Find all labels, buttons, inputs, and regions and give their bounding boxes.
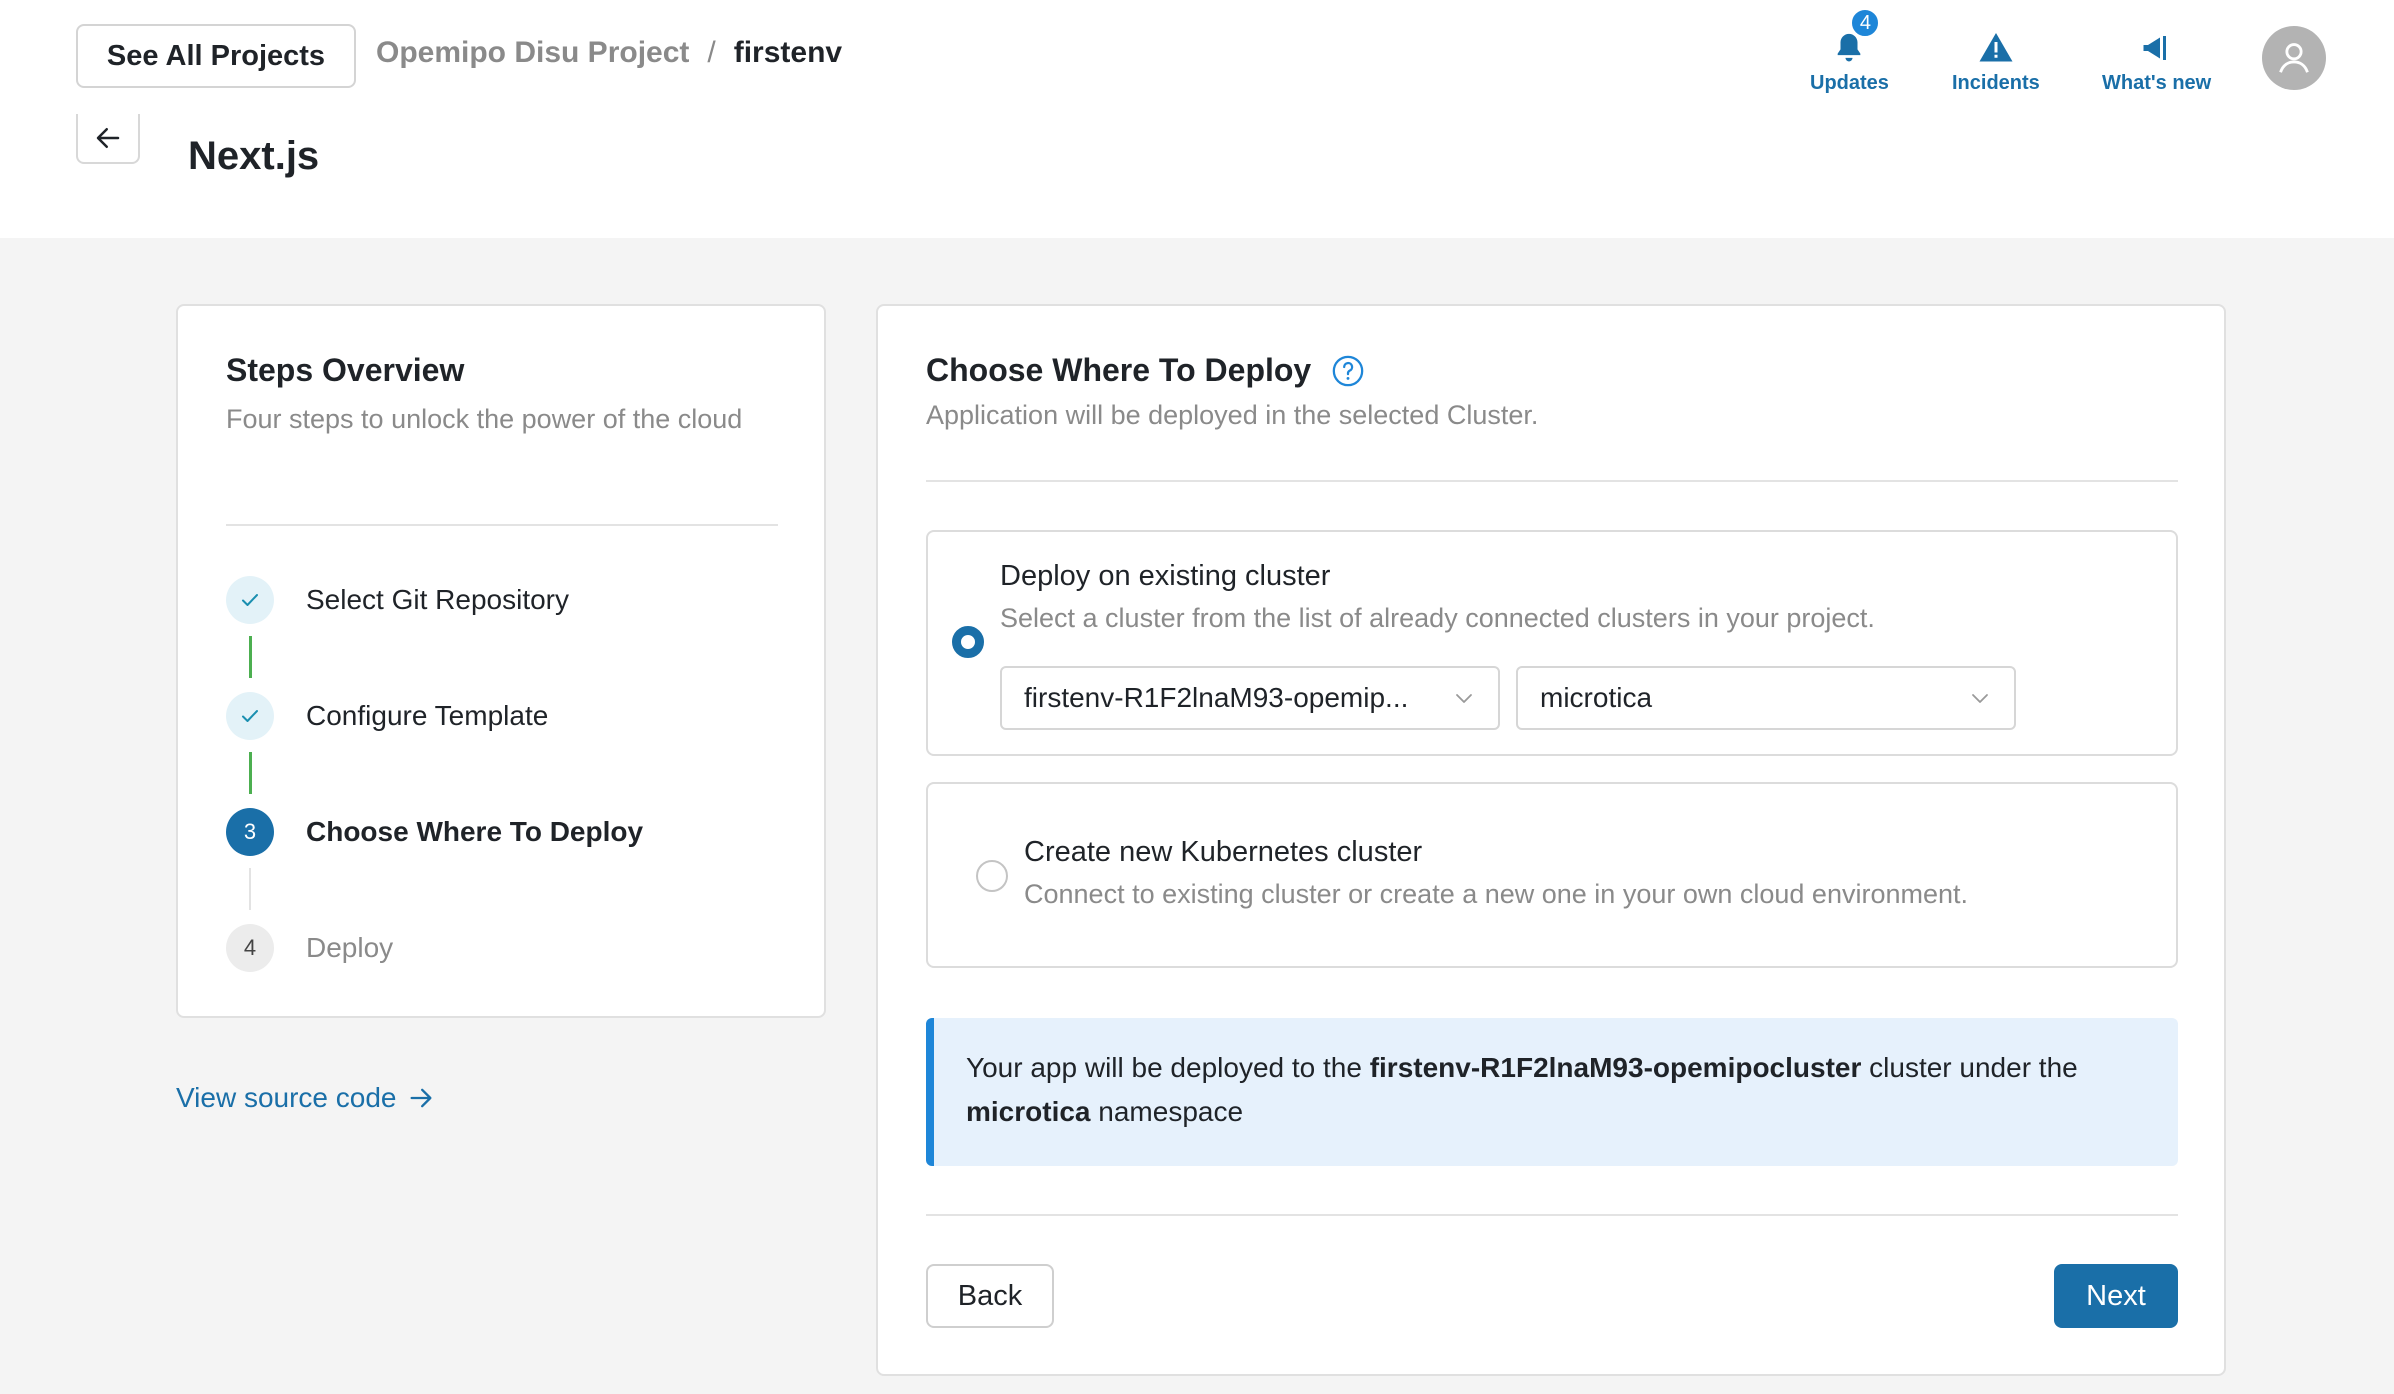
steps-subtitle: Four steps to unlock the power of the cl… (226, 404, 743, 434)
new-cluster-option[interactable]: Create new Kubernetes cluster Connect to… (926, 782, 2178, 968)
existing-cluster-title: Deploy on existing cluster (1000, 560, 1331, 592)
existing-cluster-option[interactable]: Deploy on existing cluster Select a clus… (926, 530, 2178, 756)
existing-cluster-radio[interactable] (952, 626, 984, 658)
namespace-select[interactable]: microtica (1516, 666, 2016, 730)
deploy-info-box: Your app will be deployed to the firsten… (926, 1018, 2178, 1166)
existing-cluster-description: Select a cluster from the list of alread… (1000, 603, 1875, 633)
megaphone-icon (2143, 36, 2166, 60)
see-all-projects-button[interactable]: See All Projects (76, 24, 356, 88)
new-cluster-title: Create new Kubernetes cluster (1024, 836, 1423, 868)
updates-button[interactable]: 4 Updates (1810, 8, 1889, 95)
step-done-marker (226, 576, 274, 624)
cluster-select-value: firstenv-R1F2lnaM93-opemip... (1024, 682, 1409, 713)
step-configure-template: Configure Template (226, 692, 548, 740)
choose-deploy-card: Choose Where To Deploy Application will … (876, 304, 2226, 1376)
page-title: Next.js (188, 134, 320, 178)
step-number-marker: 4 (226, 924, 274, 972)
step-label: Configure Template (306, 700, 549, 731)
cluster-select[interactable]: firstenv-R1F2lnaM93-opemip... (1000, 666, 1500, 730)
warning-icon (1979, 33, 2013, 62)
deploy-title: Choose Where To Deploy (926, 352, 1312, 388)
whats-new-button[interactable]: What's new (2102, 30, 2211, 95)
deploy-subtitle: Application will be deployed in the sele… (926, 400, 1539, 430)
step-connector (249, 752, 252, 794)
user-icon (2279, 43, 2309, 73)
step-choose-where-to-deploy: 3 Choose Where To Deploy (226, 808, 643, 856)
step-select-git-repository: Select Git Repository (226, 576, 569, 624)
divider (226, 524, 778, 526)
step-deploy: 4 Deploy (226, 924, 393, 972)
view-source-code-link[interactable]: View source code (176, 1082, 435, 1114)
info-cluster-name: firstenv-R1F2lnaM93-opemipocluster (1369, 1052, 1862, 1083)
divider (926, 1214, 2178, 1216)
steps-overview-card: Steps Overview Four steps to unlock the … (176, 304, 826, 1018)
next-button[interactable]: Next (2054, 1264, 2178, 1328)
divider (926, 480, 2178, 482)
breadcrumb: Opemipo Disu Project / firstenv (376, 36, 842, 70)
breadcrumb-environment[interactable]: firstenv (734, 36, 842, 70)
step-done-marker (226, 692, 274, 740)
whats-new-label: What's new (2102, 72, 2212, 94)
breadcrumb-project[interactable]: Opemipo Disu Project (376, 36, 689, 70)
view-source-label: View source code (176, 1082, 397, 1113)
info-namespace-name: microtica (966, 1096, 1091, 1127)
back-arrow-button[interactable] (76, 114, 140, 164)
top-bar: See All Projects Opemipo Disu Project / … (0, 0, 2394, 238)
new-cluster-description: Connect to existing cluster or create a … (1024, 879, 1969, 909)
step-label: Choose Where To Deploy (306, 816, 644, 847)
incidents-label: Incidents (1952, 72, 2040, 94)
chevron-down-icon (1456, 694, 1472, 703)
arrow-left-icon (96, 128, 120, 148)
step-number-marker: 3 (226, 808, 274, 856)
updates-label: Updates (1810, 72, 1889, 94)
info-text: Your app will be deployed to the (966, 1052, 1370, 1083)
breadcrumb-separator: / (707, 36, 716, 69)
step-label: Deploy (306, 932, 394, 963)
back-button[interactable]: Back (926, 1264, 1054, 1328)
namespace-select-value: microtica (1540, 682, 1653, 713)
steps-title: Steps Overview (226, 352, 465, 388)
step-connector (249, 868, 251, 910)
new-cluster-radio[interactable] (976, 860, 1008, 892)
info-text: cluster under the (1861, 1052, 2078, 1083)
help-icon[interactable] (1331, 354, 1365, 388)
user-avatar[interactable] (2262, 26, 2326, 90)
check-icon (242, 594, 258, 606)
step-connector (249, 636, 252, 678)
chevron-down-icon (1972, 694, 1988, 703)
info-text: namespace (1090, 1096, 1244, 1127)
arrow-right-icon (410, 1088, 431, 1108)
incidents-button[interactable]: Incidents (1952, 30, 2040, 95)
updates-badge: 4 (1850, 8, 1881, 38)
step-label: Select Git Repository (306, 584, 569, 615)
check-icon (242, 710, 258, 722)
